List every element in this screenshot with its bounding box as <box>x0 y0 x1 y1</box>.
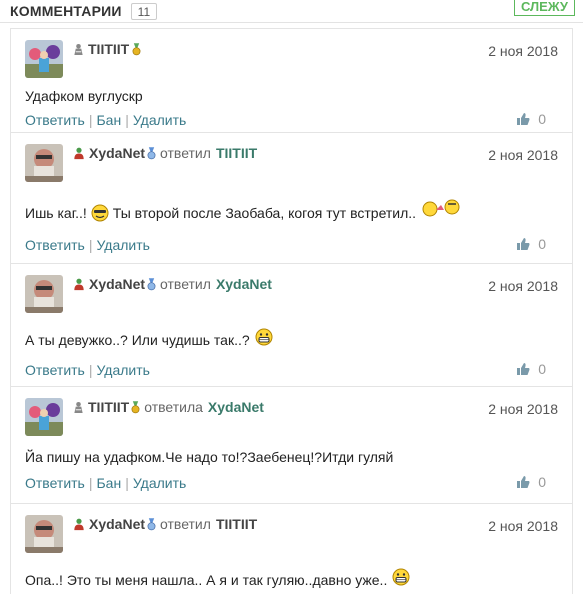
medal-icon <box>147 147 156 160</box>
separator: | <box>88 362 93 378</box>
ban-link[interactable]: Бан <box>96 475 121 491</box>
comment-author[interactable]: XydaNet <box>89 145 145 161</box>
delete-link[interactable]: Удалить <box>133 112 186 128</box>
comment-item: XydaNet ответил TIITIIT 2 ноя 2018 Ишь к… <box>10 132 573 263</box>
reply-target[interactable]: XydaNet <box>216 276 272 292</box>
reply-target[interactable]: TIITIIT <box>216 516 257 532</box>
vote-count: 0 <box>538 361 546 377</box>
follow-button[interactable]: СЛЕЖУ <box>513 0 575 16</box>
comment-text: Опа..! Это ты меня нашла.. А я и так гул… <box>25 570 558 590</box>
delete-link[interactable]: Удалить <box>96 237 149 253</box>
comment-text: Удафком вуглускр <box>25 88 143 104</box>
separator: | <box>125 112 129 128</box>
avatar[interactable] <box>25 515 63 553</box>
male-user-icon <box>73 518 85 531</box>
separator: | <box>88 112 93 128</box>
male-user-icon <box>73 147 85 160</box>
comment-date: 2 ноя 2018 <box>488 401 558 417</box>
comments-header: КОММЕНТАРИИ 11 СЛЕЖУ <box>0 0 583 23</box>
delete-link[interactable]: Удалить <box>133 475 186 491</box>
comments-title: КОММЕНТАРИИ <box>10 3 122 19</box>
reply-verb: ответила <box>144 399 203 415</box>
grin-icon <box>255 328 273 346</box>
comments-count-badge: 11 <box>130 2 158 20</box>
comment-author[interactable]: TIITIIT <box>88 399 129 415</box>
comment-text-part: Ишь каг..! <box>25 205 87 221</box>
comment-list: TIITIIT 2 ноя 2018 Удафком вуглускр Отве… <box>10 28 573 594</box>
comment-item: TIITIIT 2 ноя 2018 Удафком вуглускр Отве… <box>10 28 573 132</box>
reply-verb: ответил <box>160 145 211 161</box>
ban-link[interactable]: Бан <box>96 112 121 128</box>
avatar[interactable] <box>25 144 63 182</box>
comment-item: XydaNet ответил TIITIIT 2 ноя 2018 Опа..… <box>10 503 573 594</box>
reply-link[interactable]: Ответить <box>25 112 85 128</box>
like-icon[interactable] <box>516 475 530 489</box>
avatar[interactable] <box>25 275 63 313</box>
medal-icon <box>147 518 156 531</box>
separator: | <box>88 475 93 491</box>
comment-author[interactable]: XydaNet <box>89 276 145 292</box>
female-user-icon <box>73 43 84 56</box>
comment-item: XydaNet ответил XydaNet 2 ноя 2018 А ты … <box>10 263 573 386</box>
reply-verb: ответил <box>160 276 211 292</box>
vote-count: 0 <box>538 111 546 127</box>
comment-text-part: А ты девужко..? Или чудишь так..? <box>25 332 250 348</box>
delete-link[interactable]: Удалить <box>96 362 149 378</box>
reply-target[interactable]: XydaNet <box>208 399 264 415</box>
reply-link[interactable]: Ответить <box>25 475 85 491</box>
smiley-icon <box>91 204 109 222</box>
like-icon[interactable] <box>516 237 530 251</box>
comment-text: А ты девужко..? Или чудишь так..? <box>25 330 558 350</box>
avatar[interactable] <box>25 398 63 436</box>
grin-icon <box>392 568 410 586</box>
comment-date: 2 ноя 2018 <box>488 278 558 294</box>
comment-date: 2 ноя 2018 <box>488 518 558 534</box>
separator: | <box>125 475 129 491</box>
comment-text: Йа пишу на удафком.Че надо то!?Заебенец!… <box>25 449 394 465</box>
comment-author[interactable]: TIITIIT <box>88 41 129 57</box>
female-user-icon <box>73 401 84 414</box>
comment-text-part: Ты второй после Заобаба, когоя тут встре… <box>112 205 417 221</box>
comment-item: TIITIIT ответила XydaNet 2 ноя 2018 Йа п… <box>10 386 573 503</box>
male-user-icon <box>73 278 85 291</box>
medal-icon <box>147 278 156 291</box>
reply-link[interactable]: Ответить <box>25 362 85 378</box>
separator: | <box>88 237 93 253</box>
like-icon[interactable] <box>516 112 530 126</box>
reply-verb: ответил <box>160 516 211 532</box>
vote-count: 0 <box>538 236 546 252</box>
reply-target[interactable]: TIITIIT <box>216 145 257 161</box>
vote-count: 0 <box>538 474 546 490</box>
medal-icon <box>131 401 140 414</box>
comment-text-part: Опа..! Это ты меня нашла.. А я и так гул… <box>25 572 388 588</box>
comment-date: 2 ноя 2018 <box>488 43 558 59</box>
comment-date: 2 ноя 2018 <box>488 147 558 163</box>
kissing-smileys-icon <box>422 199 460 217</box>
reply-link[interactable]: Ответить <box>25 237 85 253</box>
comment-author[interactable]: XydaNet <box>89 516 145 532</box>
comment-text: Ишь каг..! Ты второй после Заобаба, кого… <box>25 199 558 223</box>
like-icon[interactable] <box>516 362 530 376</box>
medal-icon <box>132 43 141 56</box>
avatar[interactable] <box>25 40 63 78</box>
